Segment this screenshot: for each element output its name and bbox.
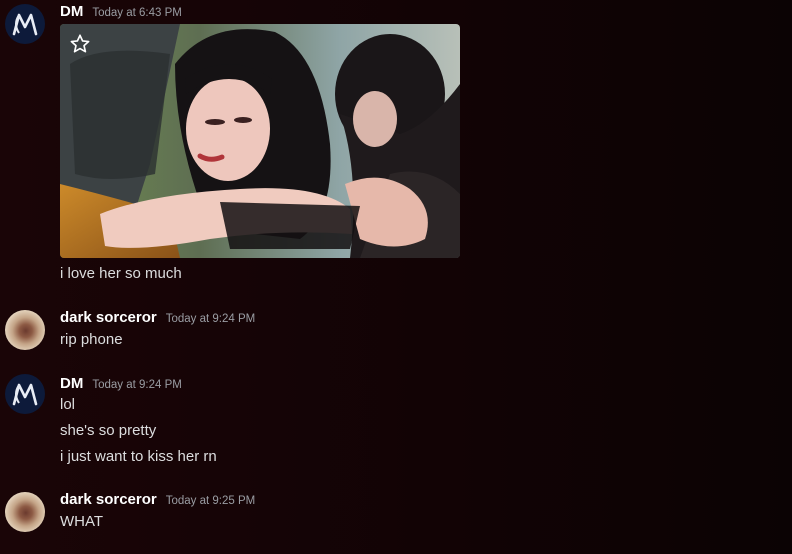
image-attachment[interactable]	[60, 24, 460, 258]
message-text: lol	[60, 396, 76, 413]
timestamp: Today at 9:25 PM	[165, 495, 256, 507]
timestamp: Today at 9:24 PM	[92, 379, 182, 391]
username[interactable]: dark sorceror	[60, 491, 157, 508]
timestamp: Today at 6:43 PM	[92, 7, 182, 19]
dm-logo-icon	[12, 13, 38, 36]
avatar[interactable]	[5, 374, 45, 414]
avatar[interactable]	[5, 310, 45, 350]
username[interactable]: DM	[60, 375, 83, 392]
message-text: rip phone	[60, 331, 123, 348]
message-text: WHAT	[60, 513, 104, 530]
username[interactable]: dark sorceror	[60, 309, 157, 326]
avatar[interactable]	[5, 492, 45, 532]
dm-logo-icon	[12, 383, 38, 406]
username[interactable]: DM	[60, 3, 83, 20]
message-text: i love her so much	[60, 265, 182, 282]
avatar[interactable]	[5, 4, 45, 44]
timestamp: Today at 9:24 PM	[165, 313, 256, 325]
message-text: she's so pretty	[60, 422, 157, 439]
star-icon[interactable]	[69, 33, 91, 55]
attachment-photo	[60, 24, 460, 258]
message-text: i just want to kiss her rn	[60, 448, 217, 465]
